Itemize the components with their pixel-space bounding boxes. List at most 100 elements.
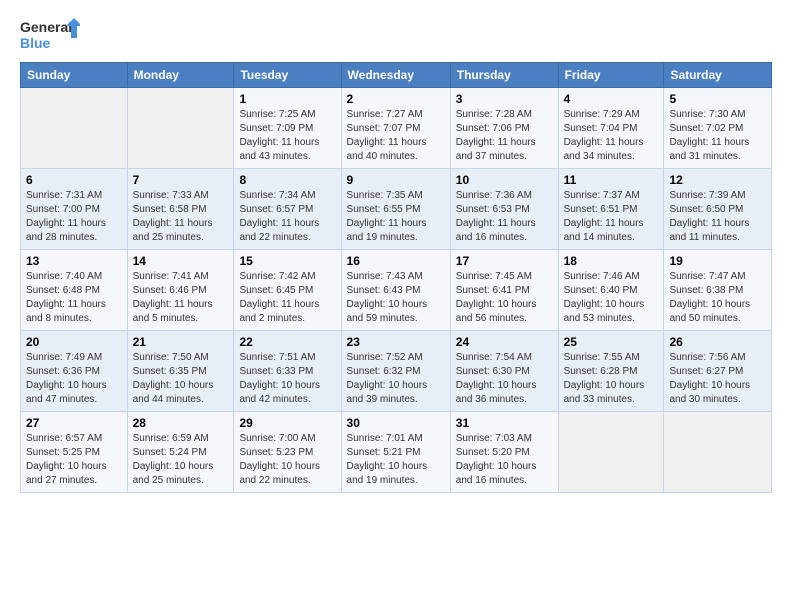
day-info: Sunrise: 7:25 AM Sunset: 7:09 PM Dayligh… <box>239 108 335 164</box>
day-number: 17 <box>456 254 553 268</box>
day-number: 26 <box>669 335 766 349</box>
day-info: Sunrise: 7:37 AM Sunset: 6:51 PM Dayligh… <box>564 189 659 245</box>
weekday-header-sunday: Sunday <box>21 63 128 88</box>
day-number: 13 <box>26 254 122 268</box>
day-cell <box>664 412 772 493</box>
day-info: Sunrise: 7:40 AM Sunset: 6:48 PM Dayligh… <box>26 270 122 326</box>
weekday-header-monday: Monday <box>127 63 234 88</box>
day-info: Sunrise: 7:50 AM Sunset: 6:35 PM Dayligh… <box>133 351 229 407</box>
day-cell: 8Sunrise: 7:34 AM Sunset: 6:57 PM Daylig… <box>234 169 341 250</box>
day-cell: 27Sunrise: 6:57 AM Sunset: 5:25 PM Dayli… <box>21 412 128 493</box>
day-number: 12 <box>669 173 766 187</box>
day-cell: 26Sunrise: 7:56 AM Sunset: 6:27 PM Dayli… <box>664 331 772 412</box>
day-number: 14 <box>133 254 229 268</box>
day-cell: 4Sunrise: 7:29 AM Sunset: 7:04 PM Daylig… <box>558 88 664 169</box>
day-cell: 30 Sunrise: 7:01 AM Sunset: 5:21 PM Dayli… <box>341 412 450 493</box>
weekday-header-thursday: Thursday <box>450 63 558 88</box>
day-info: Sunrise: 7:03 AM Sunset: 5:20 PM Dayligh… <box>456 432 553 488</box>
day-number: 21 <box>133 335 229 349</box>
day-cell: 21 Sunrise: 7:50 AM Sunset: 6:35 PM Dayli… <box>127 331 234 412</box>
week-row-1: 1 Sunrise: 7:25 AM Sunset: 7:09 PM Daylig… <box>21 88 772 169</box>
day-cell: 31 Sunrise: 7:03 AM Sunset: 5:20 PM Dayli… <box>450 412 558 493</box>
day-number: 1 <box>239 92 335 106</box>
day-info: Sunrise: 7:35 AM Sunset: 6:55 PM Dayligh… <box>347 189 445 245</box>
day-info: Sunrise: 7:49 AM Sunset: 6:36 PM Dayligh… <box>26 351 122 407</box>
day-cell: 14Sunrise: 7:41 AM Sunset: 6:46 PM Dayli… <box>127 250 234 331</box>
calendar-table: SundayMondayTuesdayWednesdayThursdayFrid… <box>20 62 772 493</box>
day-info: Sunrise: 7:39 AM Sunset: 6:50 PM Dayligh… <box>669 189 766 245</box>
day-cell: 7 Sunrise: 7:33 AM Sunset: 6:58 PM Daylig… <box>127 169 234 250</box>
week-row-4: 20 Sunrise: 7:49 AM Sunset: 6:36 PM Dayli… <box>21 331 772 412</box>
day-info: Sunrise: 7:28 AM Sunset: 7:06 PM Dayligh… <box>456 108 553 164</box>
day-info: Sunrise: 7:46 AM Sunset: 6:40 PM Dayligh… <box>564 270 659 326</box>
day-number: 30 <box>347 416 445 430</box>
day-number: 23 <box>347 335 445 349</box>
day-number: 29 <box>239 416 335 430</box>
day-number: 9 <box>347 173 445 187</box>
day-cell: 1 Sunrise: 7:25 AM Sunset: 7:09 PM Daylig… <box>234 88 341 169</box>
day-cell: 16 Sunrise: 7:43 AM Sunset: 6:43 PM Dayli… <box>341 250 450 331</box>
day-info: Sunrise: 7:43 AM Sunset: 6:43 PM Dayligh… <box>347 270 445 326</box>
day-info: Sunrise: 7:55 AM Sunset: 6:28 PM Dayligh… <box>564 351 659 407</box>
day-cell: 11 Sunrise: 7:37 AM Sunset: 6:51 PM Dayli… <box>558 169 664 250</box>
day-cell: 20 Sunrise: 7:49 AM Sunset: 6:36 PM Dayli… <box>21 331 128 412</box>
day-number: 31 <box>456 416 553 430</box>
logo: General Blue <box>20 16 80 52</box>
day-info: Sunrise: 7:00 AM Sunset: 5:23 PM Dayligh… <box>239 432 335 488</box>
day-info: Sunrise: 7:01 AM Sunset: 5:21 PM Dayligh… <box>347 432 445 488</box>
day-cell: 18 Sunrise: 7:46 AM Sunset: 6:40 PM Dayli… <box>558 250 664 331</box>
weekday-header-tuesday: Tuesday <box>234 63 341 88</box>
day-info: Sunrise: 7:54 AM Sunset: 6:30 PM Dayligh… <box>456 351 553 407</box>
day-number: 20 <box>26 335 122 349</box>
day-cell: 12 Sunrise: 7:39 AM Sunset: 6:50 PM Dayli… <box>664 169 772 250</box>
day-info: Sunrise: 6:59 AM Sunset: 5:24 PM Dayligh… <box>133 432 229 488</box>
day-number: 7 <box>133 173 229 187</box>
day-cell: 22 Sunrise: 7:51 AM Sunset: 6:33 PM Dayli… <box>234 331 341 412</box>
day-cell: 5Sunrise: 7:30 AM Sunset: 7:02 PM Daylig… <box>664 88 772 169</box>
svg-text:General: General <box>20 19 72 35</box>
day-cell: 13 Sunrise: 7:40 AM Sunset: 6:48 PM Dayli… <box>21 250 128 331</box>
day-info: Sunrise: 7:27 AM Sunset: 7:07 PM Dayligh… <box>347 108 445 164</box>
day-info: Sunrise: 7:34 AM Sunset: 6:57 PM Dayligh… <box>239 189 335 245</box>
day-number: 2 <box>347 92 445 106</box>
day-info: Sunrise: 6:57 AM Sunset: 5:25 PM Dayligh… <box>26 432 122 488</box>
weekday-header-row: SundayMondayTuesdayWednesdayThursdayFrid… <box>21 63 772 88</box>
day-number: 25 <box>564 335 659 349</box>
day-info: Sunrise: 7:29 AM Sunset: 7:04 PM Dayligh… <box>564 108 659 164</box>
day-number: 10 <box>456 173 553 187</box>
svg-text:Blue: Blue <box>20 35 51 51</box>
day-number: 22 <box>239 335 335 349</box>
day-cell: 2 Sunrise: 7:27 AM Sunset: 7:07 PM Daylig… <box>341 88 450 169</box>
week-row-3: 13 Sunrise: 7:40 AM Sunset: 6:48 PM Dayli… <box>21 250 772 331</box>
weekday-header-saturday: Saturday <box>664 63 772 88</box>
day-cell: 29 Sunrise: 7:00 AM Sunset: 5:23 PM Dayli… <box>234 412 341 493</box>
day-cell: 28 Sunrise: 6:59 AM Sunset: 5:24 PM Dayli… <box>127 412 234 493</box>
logo-svg: General Blue <box>20 16 80 52</box>
day-info: Sunrise: 7:36 AM Sunset: 6:53 PM Dayligh… <box>456 189 553 245</box>
day-cell <box>558 412 664 493</box>
day-cell: 25 Sunrise: 7:55 AM Sunset: 6:28 PM Dayli… <box>558 331 664 412</box>
day-info: Sunrise: 7:47 AM Sunset: 6:38 PM Dayligh… <box>669 270 766 326</box>
day-info: Sunrise: 7:33 AM Sunset: 6:58 PM Dayligh… <box>133 189 229 245</box>
day-cell: 10 Sunrise: 7:36 AM Sunset: 6:53 PM Dayli… <box>450 169 558 250</box>
weekday-header-friday: Friday <box>558 63 664 88</box>
day-cell: 23Sunrise: 7:52 AM Sunset: 6:32 PM Dayli… <box>341 331 450 412</box>
header: General Blue <box>20 16 772 52</box>
day-number: 11 <box>564 173 659 187</box>
day-number: 16 <box>347 254 445 268</box>
day-number: 15 <box>239 254 335 268</box>
day-number: 18 <box>564 254 659 268</box>
day-number: 5 <box>669 92 766 106</box>
day-number: 28 <box>133 416 229 430</box>
week-row-2: 6Sunrise: 7:31 AM Sunset: 7:00 PM Daylig… <box>21 169 772 250</box>
day-number: 24 <box>456 335 553 349</box>
day-number: 19 <box>669 254 766 268</box>
day-number: 6 <box>26 173 122 187</box>
weekday-header-wednesday: Wednesday <box>341 63 450 88</box>
day-cell: 6Sunrise: 7:31 AM Sunset: 7:00 PM Daylig… <box>21 169 128 250</box>
day-info: Sunrise: 7:51 AM Sunset: 6:33 PM Dayligh… <box>239 351 335 407</box>
day-cell: 17 Sunrise: 7:45 AM Sunset: 6:41 PM Dayli… <box>450 250 558 331</box>
day-cell: 15Sunrise: 7:42 AM Sunset: 6:45 PM Dayli… <box>234 250 341 331</box>
day-info: Sunrise: 7:45 AM Sunset: 6:41 PM Dayligh… <box>456 270 553 326</box>
day-number: 3 <box>456 92 553 106</box>
